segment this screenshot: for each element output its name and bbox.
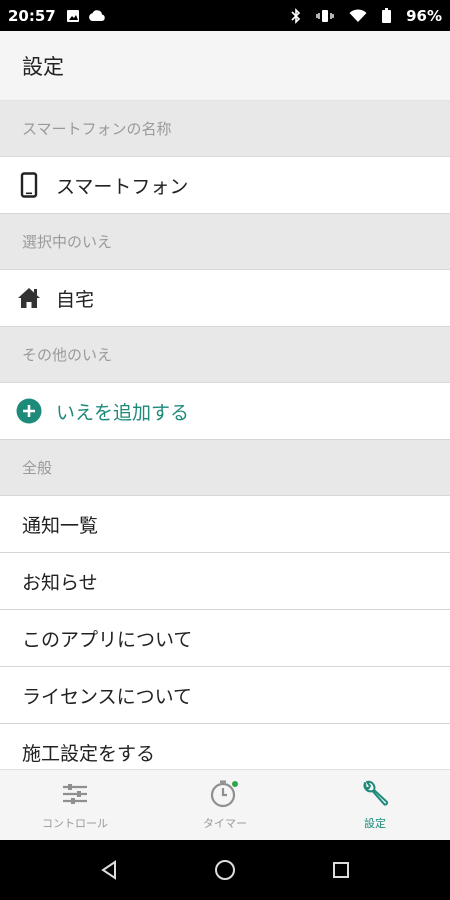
battery-icon [382,8,392,23]
general-item-label: ライセンスについて [22,685,193,708]
recents-icon[interactable] [326,855,356,885]
add-circle-icon [16,398,42,424]
settings-list[interactable]: スマートフォンの名称 スマートフォン 選択中のいえ 自宅 その他のいえ いえを追… [0,101,450,769]
bluetooth-icon [291,7,301,24]
status-time: 20:57 [8,6,56,25]
system-nav-bar [0,840,450,900]
general-item-about-app[interactable]: このアプリについて [0,610,450,667]
nav-item-label: コントロール [42,817,108,830]
home-icon [16,285,42,311]
section-header-other-homes: その他のいえ [0,327,450,383]
phone-name-label: スマートフォン [56,175,189,198]
smartphone-icon [16,172,42,198]
phone-name-row[interactable]: スマートフォン [0,157,450,214]
wifi-icon [349,8,367,23]
section-header-label: その他のいえ [22,346,113,364]
selected-home-label: 自宅 [56,288,95,311]
section-header-general: 全般 [0,440,450,496]
cloud-icon [88,9,106,22]
general-item-news[interactable]: お知らせ [0,553,450,610]
general-item-notifications[interactable]: 通知一覧 [0,496,450,553]
section-header-label: 全般 [22,459,53,477]
back-icon[interactable] [94,855,124,885]
vibrate-icon [316,9,334,23]
add-home-label: いえを追加する [56,401,190,424]
page-title: 設定 [22,54,64,79]
nav-item-control[interactable]: コントロール [0,770,150,840]
general-item-licenses[interactable]: ライセンスについて [0,667,450,724]
nav-item-label: タイマー [203,817,247,830]
wrench-icon [360,779,390,809]
general-item-installation-settings[interactable]: 施工設定をする [0,724,450,769]
general-item-label: 施工設定をする [22,742,156,765]
sliders-icon [60,779,90,809]
timer-icon [210,779,240,809]
general-item-label: 通知一覧 [22,514,99,537]
nav-item-label: 設定 [364,817,386,830]
nav-item-timer[interactable]: タイマー [150,770,300,840]
section-header-label: スマートフォンの名称 [22,120,172,138]
bottom-nav: コントロール タイマー 設定 [0,769,450,840]
general-item-label: このアプリについて [22,628,193,651]
add-home-row[interactable]: いえを追加する [0,383,450,440]
selected-home-row[interactable]: 自宅 [0,270,450,327]
section-header-phone-name: スマートフォンの名称 [0,101,450,157]
app-bar: 設定 [0,31,450,101]
section-header-selected-home: 選択中のいえ [0,214,450,270]
status-bar: 20:57 96% [0,0,450,31]
nav-item-settings[interactable]: 設定 [300,770,450,840]
section-header-label: 選択中のいえ [22,233,113,251]
image-notification-icon [66,9,80,23]
home-button-icon[interactable] [210,855,240,885]
battery-percent: 96% [406,6,442,25]
general-item-label: お知らせ [22,571,98,594]
